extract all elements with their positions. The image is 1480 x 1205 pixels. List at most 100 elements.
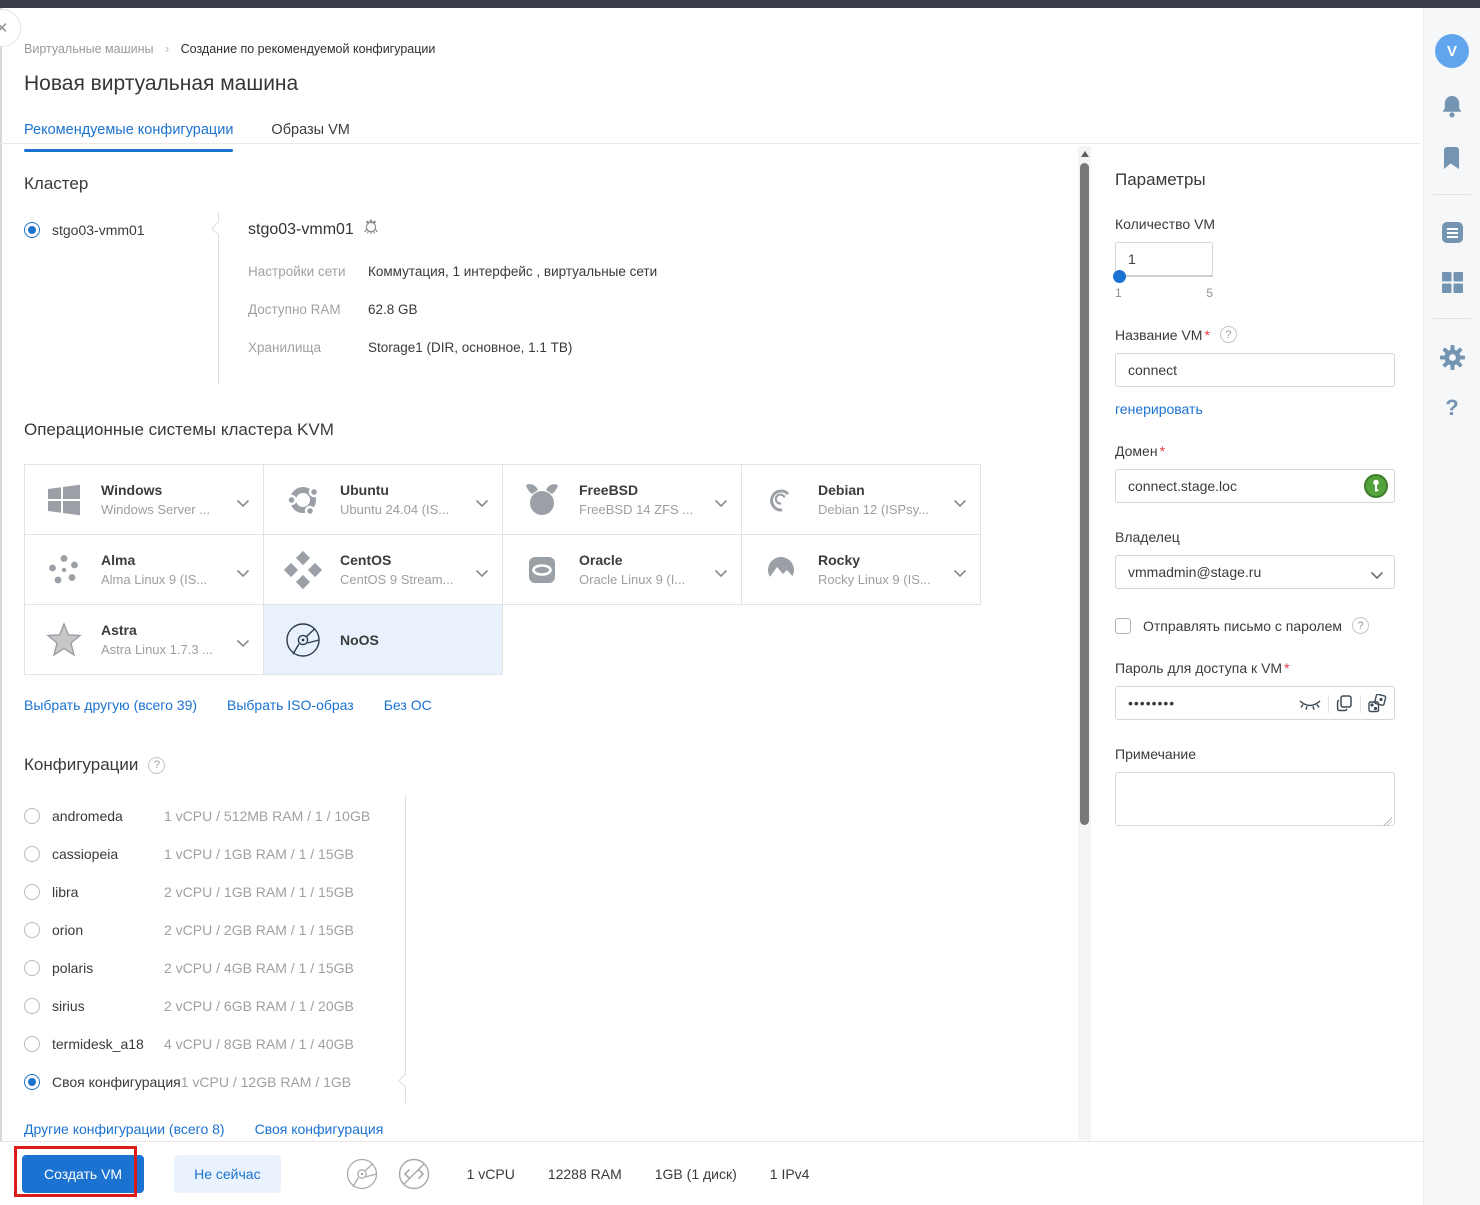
chevron-down-icon[interactable] <box>236 635 250 653</box>
vm-name-help-icon[interactable]: ? <box>1219 326 1237 343</box>
help-icon[interactable]: ? <box>1445 395 1458 421</box>
vm-count-slider-handle[interactable] <box>1113 270 1126 283</box>
apps-grid-icon[interactable] <box>1440 270 1465 295</box>
user-avatar[interactable]: V <box>1435 34 1469 68</box>
tab-vm-images[interactable]: Образы VM <box>271 122 349 152</box>
config-spec: 2 vCPU / 1GB RAM / 1 / 15GB <box>164 884 354 900</box>
link-custom-config[interactable]: Своя конфигурация <box>255 1121 384 1137</box>
chevron-down-icon[interactable] <box>714 565 728 583</box>
chevron-down-icon[interactable] <box>475 495 489 513</box>
settings-icon[interactable] <box>1439 344 1466 371</box>
domain-input[interactable] <box>1115 469 1395 503</box>
os-name: Windows <box>101 482 163 498</box>
config-radio[interactable] <box>24 998 40 1014</box>
close-button[interactable]: ✕ <box>0 9 21 47</box>
link-no-os[interactable]: Без ОС <box>384 697 432 713</box>
vm-name-input[interactable] <box>1115 353 1395 387</box>
copy-password-icon[interactable] <box>1335 694 1354 713</box>
send-email-checkbox[interactable] <box>1115 617 1131 634</box>
password-visibility-icon[interactable] <box>1298 695 1322 713</box>
os-cell-alma[interactable]: Alma Alma Linux 9 (IS... <box>25 535 264 605</box>
os-cell-windows[interactable]: Windows Windows Server ... <box>25 465 264 535</box>
config-row[interactable]: sirius 2 vCPU / 6GB RAM / 1 / 20GB <box>24 987 444 1025</box>
config-radio[interactable] <box>24 808 40 824</box>
scrollbar-up-arrow-icon[interactable] <box>1080 151 1089 157</box>
not-now-button[interactable]: Не сейчас <box>174 1154 281 1193</box>
tab-recommended-configs[interactable]: Рекомендуемые конфигурации <box>24 122 234 152</box>
config-spec: 2 vCPU / 4GB RAM / 1 / 15GB <box>164 960 354 976</box>
summary-ip: 1 IPv4 <box>769 1165 810 1182</box>
config-row-custom[interactable]: Своя конфигурация 1 vCPU / 12GB RAM / 1G… <box>24 1063 444 1101</box>
domain-label: Домен * <box>1115 443 1166 459</box>
config-row[interactable]: termidesk_a18 4 vCPU / 8GB RAM / 1 / 40G… <box>24 1025 444 1063</box>
config-radio[interactable] <box>24 884 40 900</box>
alma-icon <box>43 549 85 591</box>
config-row[interactable]: libra 2 vCPU / 1GB RAM / 1 / 15GB <box>24 873 444 911</box>
config-radio[interactable] <box>24 960 40 976</box>
breadcrumb-item[interactable]: Виртуальные машины <box>24 42 154 56</box>
cluster-option[interactable]: stgo03-vmm01 <box>24 222 218 238</box>
parameters-panel: Параметры Количество VM 1 5 Название VM*… <box>1113 160 1395 829</box>
create-vm-button[interactable]: Создать VM <box>22 1154 145 1193</box>
generate-password-icon[interactable] <box>1367 694 1387 713</box>
os-links: Выбрать другую (всего 39) Выбрать ISO-об… <box>24 697 1056 713</box>
link-other-configs[interactable]: Другие конфигурации (всего 8) <box>24 1121 225 1137</box>
generate-name-link[interactable]: генерировать <box>1115 401 1203 417</box>
chevron-down-icon[interactable] <box>236 565 250 583</box>
config-row[interactable]: cassiopeia 1 vCPU / 1GB RAM / 1 / 15GB <box>24 835 444 873</box>
configs-list: andromeda 1 vCPU / 512MB RAM / 1 / 10GB … <box>24 795 444 1103</box>
cluster-radio[interactable] <box>24 222 40 238</box>
vm-count-slider[interactable] <box>1115 275 1213 277</box>
main-content: Кластер stgo03-vmm01 stgo03-vmm01 Настро… <box>24 158 1056 1137</box>
config-row[interactable]: andromeda 1 vCPU / 512MB RAM / 1 / 10GB <box>24 797 444 835</box>
vertical-scrollbar[interactable] <box>1078 146 1091 1140</box>
detail-value: Коммутация, 1 интерфейс , виртуальные се… <box>368 264 658 279</box>
config-name: polaris <box>52 960 94 976</box>
note-textarea[interactable] <box>1115 772 1395 826</box>
os-cell-debian[interactable]: Debian Debian 12 (ISPsy... <box>742 465 981 535</box>
config-row[interactable]: orion 2 vCPU / 2GB RAM / 1 / 15GB <box>24 911 444 949</box>
os-cell-astra[interactable]: Astra Astra Linux 1.7.3 ... <box>25 605 264 675</box>
vm-count-label: Количество VM <box>1115 216 1216 232</box>
config-radio[interactable] <box>24 846 40 862</box>
rocky-icon <box>760 549 802 591</box>
link-choose-iso[interactable]: Выбрать ISO-образ <box>227 697 354 713</box>
os-cell-noos[interactable]: NoOS <box>264 605 503 675</box>
os-name: Astra <box>101 622 137 638</box>
chevron-down-icon[interactable] <box>475 565 489 583</box>
owner-select-value[interactable] <box>1115 555 1395 589</box>
disc-icon <box>282 619 324 661</box>
config-spec: 2 vCPU / 6GB RAM / 1 / 20GB <box>164 998 354 1014</box>
os-cell-oracle[interactable]: Oracle Oracle Linux 9 (I... <box>503 535 742 605</box>
debian-icon <box>760 479 802 521</box>
documents-icon[interactable] <box>1440 220 1465 245</box>
resize-grip-icon[interactable] <box>1383 817 1392 826</box>
domain-key-icon <box>1364 474 1388 498</box>
bookmark-icon[interactable] <box>1440 145 1464 171</box>
config-radio[interactable] <box>24 1036 40 1052</box>
os-version: FreeBSD 14 ZFS ... <box>579 502 694 517</box>
os-cell-freebsd[interactable]: FreeBSD FreeBSD 14 ZFS ... <box>503 465 742 535</box>
configs-help-icon[interactable]: ? <box>148 756 166 774</box>
bell-icon[interactable] <box>1439 93 1465 120</box>
config-row[interactable]: polaris 2 vCPU / 4GB RAM / 1 / 15GB <box>24 949 444 987</box>
parameters-heading: Параметры <box>1115 170 1206 189</box>
scrollbar-thumb[interactable] <box>1080 163 1089 825</box>
vm-count-input[interactable] <box>1115 242 1213 276</box>
configs-heading: Конфигурации ? <box>24 755 1056 775</box>
note-label: Примечание <box>1115 746 1197 762</box>
sidebar-divider <box>1433 318 1471 319</box>
chevron-down-icon[interactable] <box>953 565 967 583</box>
config-radio[interactable] <box>24 1074 40 1090</box>
config-radio[interactable] <box>24 922 40 938</box>
send-email-row[interactable]: Отправлять письмо с паролем ? <box>1115 617 1395 634</box>
chevron-down-icon[interactable] <box>236 495 250 513</box>
os-cell-rocky[interactable]: Rocky Rocky Linux 9 (IS... <box>742 535 981 605</box>
owner-select[interactable] <box>1115 555 1395 589</box>
send-email-help-icon[interactable]: ? <box>1352 617 1370 634</box>
chevron-down-icon[interactable] <box>714 495 728 513</box>
os-cell-centos[interactable]: CentOS CentOS 9 Stream... <box>264 535 503 605</box>
link-choose-other-os[interactable]: Выбрать другую (всего 39) <box>24 697 197 713</box>
os-cell-ubuntu[interactable]: Ubuntu Ubuntu 24.04 (IS... <box>264 465 503 535</box>
chevron-down-icon[interactable] <box>953 495 967 513</box>
